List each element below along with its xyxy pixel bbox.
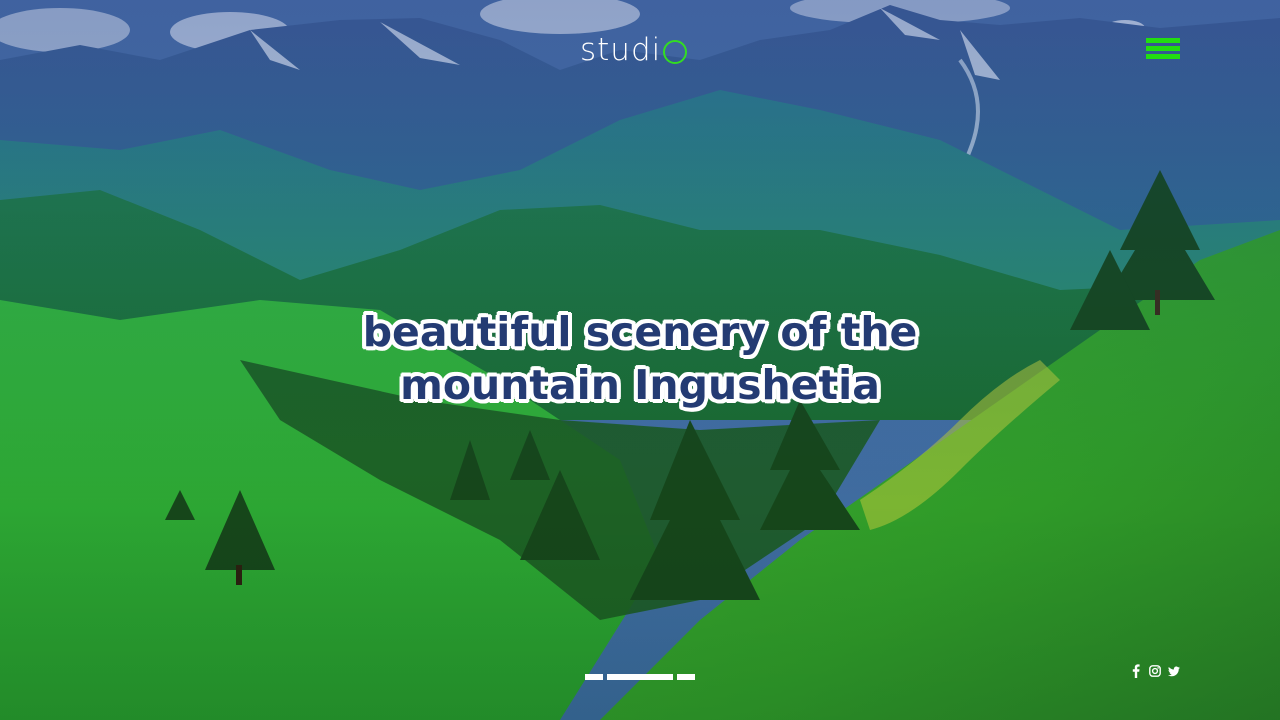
twitter-icon[interactable]	[1168, 664, 1180, 678]
instagram-icon[interactable]	[1149, 664, 1161, 678]
logo-ring-icon	[663, 39, 688, 64]
facebook-icon[interactable]	[1130, 664, 1142, 678]
slide-dot-1[interactable]	[585, 674, 603, 680]
slide-dot-3[interactable]	[677, 674, 695, 680]
menu-bar	[1146, 38, 1180, 43]
twitter-glyph	[1168, 666, 1180, 676]
facebook-glyph	[1132, 664, 1140, 678]
hero-section: studi beautiful scenery of the mountain …	[0, 0, 1280, 720]
slide-dot-2-active[interactable]	[607, 674, 673, 680]
slider-pagination	[585, 674, 697, 680]
logo-text: studi	[580, 32, 662, 68]
studio-logo[interactable]: studi	[580, 30, 688, 70]
social-links	[1130, 664, 1180, 678]
menu-bar	[1146, 54, 1180, 59]
menu-bar	[1146, 46, 1180, 51]
hero-headline: beautiful scenery of the mountain Ingush…	[362, 308, 918, 409]
hamburger-menu-icon[interactable]	[1146, 38, 1182, 64]
instagram-glyph	[1149, 665, 1161, 677]
